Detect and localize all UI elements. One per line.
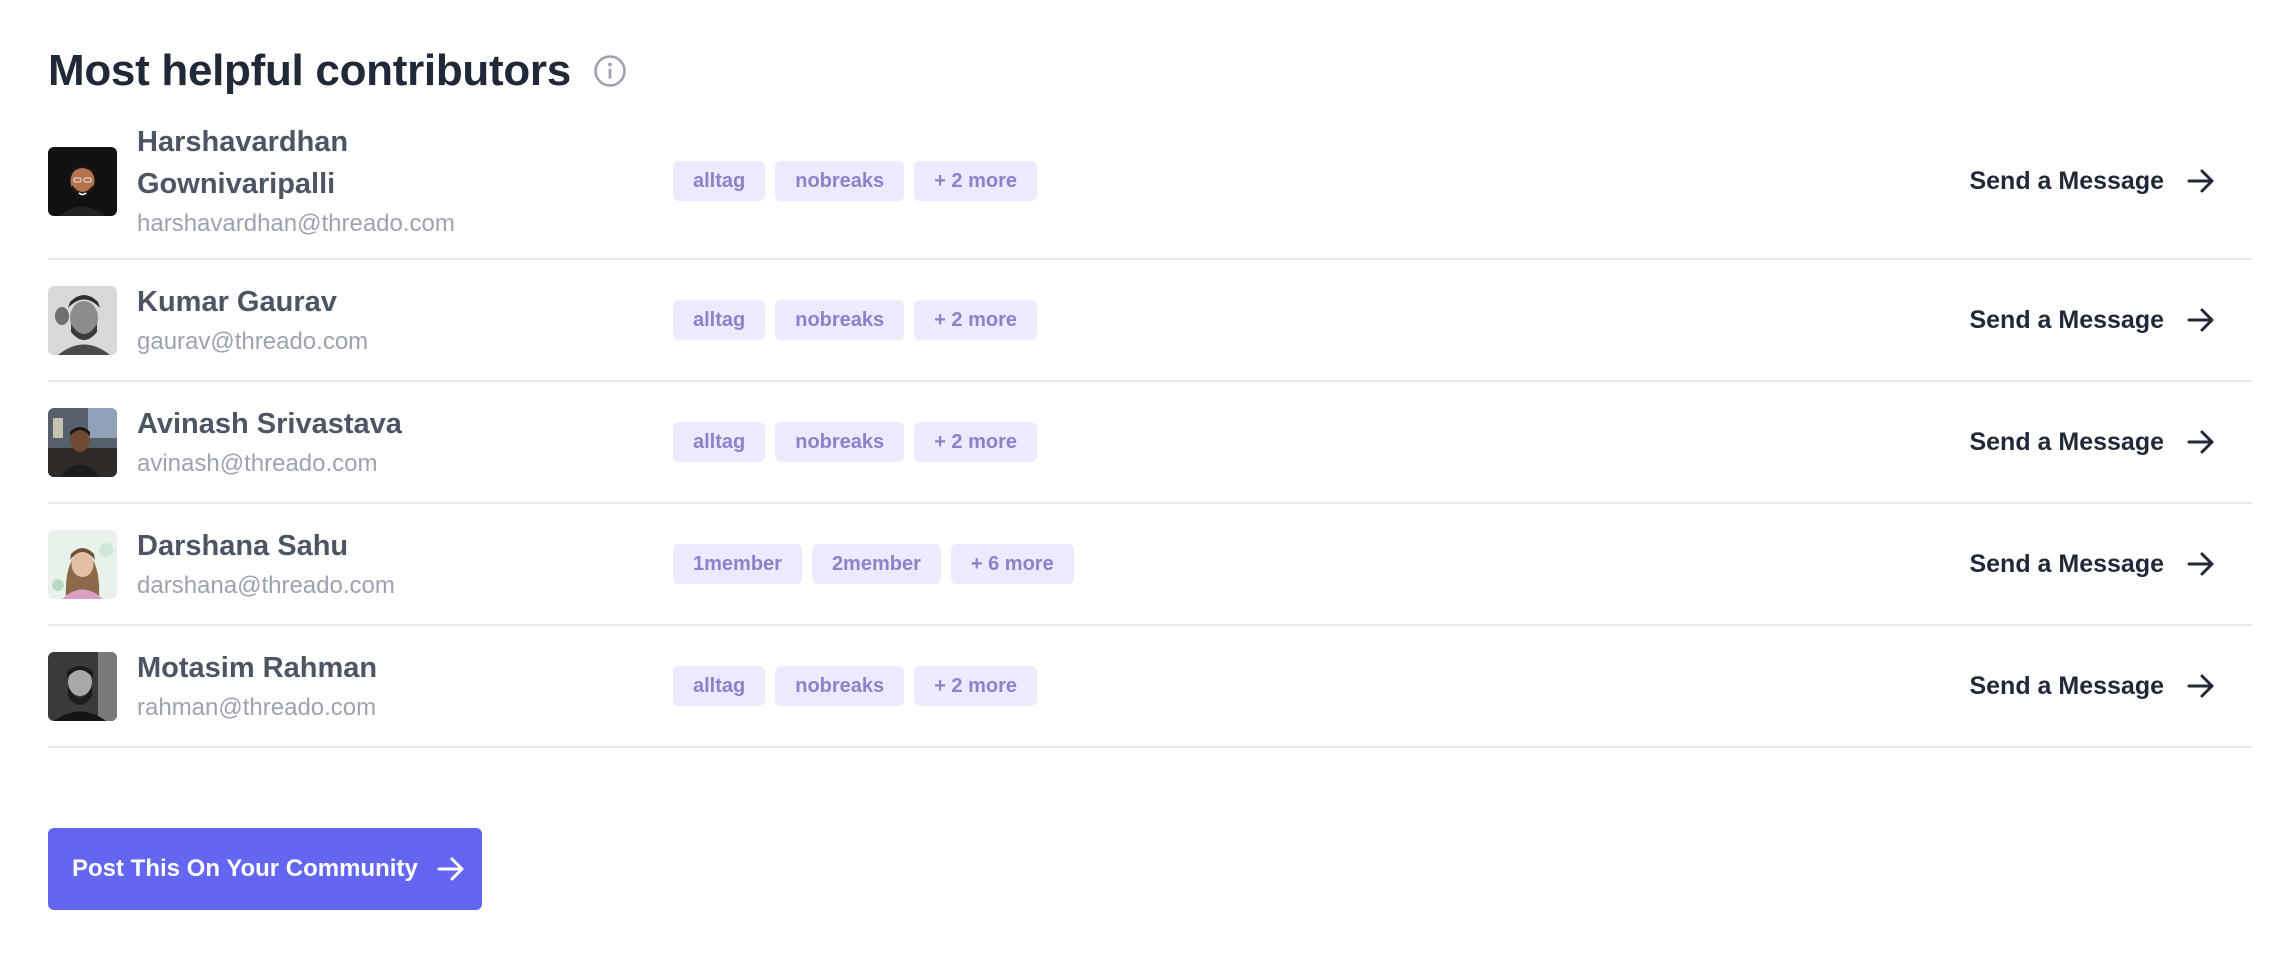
post-to-community-button[interactable]: Post This On Your Community: [48, 828, 482, 910]
tag[interactable]: alltag: [673, 300, 766, 340]
send-message-label: Send a Message: [1969, 671, 2164, 700]
contributor-name: Darshana Sahu: [137, 530, 349, 562]
arrow-right-icon: [2186, 427, 2216, 457]
tag-list: alltag nobreaks + 2 more: [673, 161, 1969, 201]
send-message-button[interactable]: Send a Message: [1969, 671, 2216, 701]
contributor-email: harshavardhan@threado.com: [137, 210, 455, 237]
arrow-right-icon: [2186, 166, 2216, 196]
contributor-info: Darshana Sahu darshana@threado.com: [137, 525, 673, 603]
send-message-label: Send a Message: [1969, 166, 2164, 195]
list-item: Kumar Gaurav gaurav@threado.com alltag n…: [48, 260, 2252, 382]
send-message-label: Send a Message: [1969, 549, 2164, 578]
contributor-name: Kumar Gaurav: [137, 286, 337, 318]
contributor-name: Motasim Rahman: [137, 652, 378, 684]
contributor-info: Harshavardhan Gownivaripalli harshavardh…: [137, 121, 673, 241]
tag[interactable]: alltag: [673, 161, 766, 201]
contributor-name: Avinash Srivastava: [137, 408, 402, 440]
tag[interactable]: nobreaks: [775, 161, 905, 201]
arrow-right-icon: [2186, 671, 2216, 701]
contributors-panel: Most helpful contributors Harshavardhan …: [0, 0, 2284, 958]
more-tags[interactable]: + 2 more: [914, 422, 1038, 462]
avatar: [48, 407, 117, 477]
contributor-email: rahman@threado.com: [137, 694, 377, 721]
info-icon[interactable]: [593, 54, 627, 88]
tag[interactable]: alltag: [673, 666, 766, 706]
list-item: Motasim Rahman rahman@threado.com alltag…: [48, 626, 2252, 748]
tag-list: alltag nobreaks + 2 more: [673, 300, 1969, 340]
tag-list: alltag nobreaks + 2 more: [673, 422, 1969, 462]
contributor-info: Kumar Gaurav gaurav@threado.com: [137, 281, 673, 359]
list-item: Harshavardhan Gownivaripalli harshavardh…: [48, 104, 2252, 260]
more-tags[interactable]: + 2 more: [914, 161, 1038, 201]
avatar: [48, 146, 117, 216]
send-message-button[interactable]: Send a Message: [1969, 166, 2216, 196]
tag[interactable]: 1member: [673, 544, 802, 584]
list-item: Darshana Sahu darshana@threado.com 1memb…: [48, 504, 2252, 626]
tag[interactable]: nobreaks: [775, 300, 905, 340]
send-message-button[interactable]: Send a Message: [1969, 427, 2216, 457]
tag-list: alltag nobreaks + 2 more: [673, 666, 1969, 706]
send-message-button[interactable]: Send a Message: [1969, 305, 2216, 335]
more-tags[interactable]: + 2 more: [914, 666, 1038, 706]
more-tags[interactable]: + 2 more: [914, 300, 1038, 340]
tag[interactable]: 2member: [811, 544, 941, 584]
list-item: Avinash Srivastava avinash@threado.com a…: [48, 382, 2252, 504]
contributor-info: Motasim Rahman rahman@threado.com: [137, 647, 673, 725]
contributor-name: Harshavardhan Gownivaripalli: [137, 126, 349, 200]
contributor-email: darshana@threado.com: [137, 572, 395, 599]
contributors-list: Harshavardhan Gownivaripalli harshavardh…: [48, 104, 2252, 748]
avatar: [48, 529, 117, 599]
send-message-label: Send a Message: [1969, 305, 2164, 334]
more-tags[interactable]: + 6 more: [950, 544, 1074, 584]
tag[interactable]: nobreaks: [775, 422, 905, 462]
tag-list: 1member 2member + 6 more: [673, 544, 1969, 584]
post-button-label: Post This On Your Community: [72, 855, 418, 882]
arrow-right-icon: [2186, 549, 2216, 579]
arrow-right-icon: [2186, 305, 2216, 335]
contributor-email: avinash@threado.com: [137, 450, 378, 477]
contributor-email: gaurav@threado.com: [137, 328, 369, 355]
avatar: [48, 651, 117, 721]
contributor-info: Avinash Srivastava avinash@threado.com: [137, 403, 673, 481]
send-message-button[interactable]: Send a Message: [1969, 549, 2216, 579]
send-message-label: Send a Message: [1969, 427, 2164, 456]
arrow-right-icon: [436, 854, 466, 884]
panel-header: Most helpful contributors: [48, 38, 2252, 104]
avatar: [48, 285, 117, 355]
page-title: Most helpful contributors: [48, 46, 571, 95]
tag[interactable]: alltag: [673, 422, 766, 462]
tag[interactable]: nobreaks: [775, 666, 905, 706]
